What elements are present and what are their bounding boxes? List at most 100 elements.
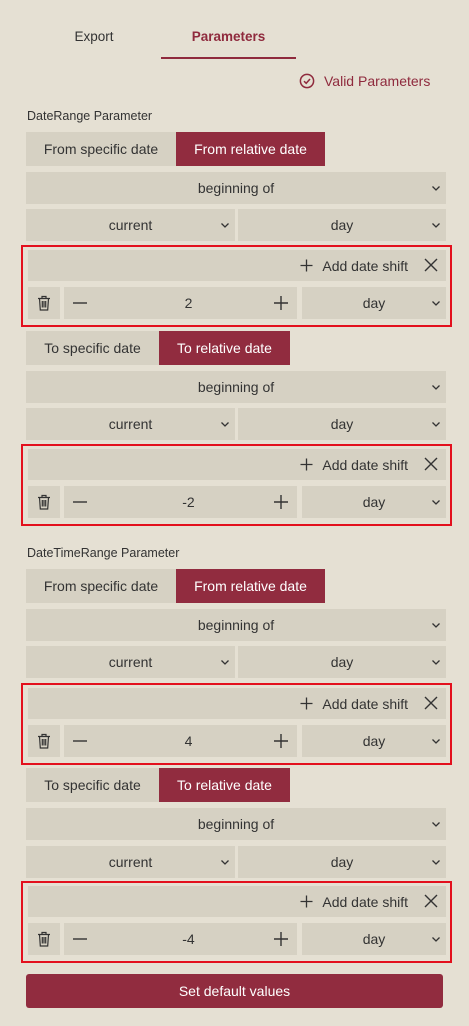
period-select[interactable]: day [238, 408, 446, 440]
shift-unit-select[interactable]: day [302, 923, 446, 955]
from-relative-date-toggle[interactable]: From relative date [176, 132, 325, 166]
chevron-down-icon [219, 418, 231, 430]
chevron-down-icon [430, 818, 442, 830]
increment-button[interactable] [265, 486, 297, 518]
decrement-button[interactable] [64, 287, 96, 319]
period-select[interactable]: day [238, 209, 446, 241]
increment-button[interactable] [265, 287, 297, 319]
shift-unit-value: day [362, 295, 386, 311]
date-shift-panel: Add date shift 4 day [21, 683, 452, 765]
close-icon[interactable] [423, 695, 439, 711]
add-date-shift-label: Add date shift [322, 893, 408, 910]
to-specific-date-toggle[interactable]: To specific date [26, 331, 159, 365]
anchor-select-value: beginning of [197, 180, 275, 196]
valid-status: Valid Parameters [299, 70, 430, 92]
shift-unit-select[interactable]: day [302, 486, 446, 518]
shift-value-input[interactable]: -2 [96, 486, 281, 518]
trash-icon [37, 733, 51, 749]
decrement-button[interactable] [64, 486, 96, 518]
chevron-down-icon [430, 182, 442, 194]
shift-value: -2 [182, 494, 195, 510]
chevron-down-icon [430, 418, 442, 430]
to-relative-date-toggle[interactable]: To relative date [159, 331, 290, 365]
increment-button[interactable] [265, 725, 297, 757]
add-date-shift-label: Add date shift [322, 695, 408, 712]
tab-export[interactable]: Export [60, 22, 128, 59]
to-specific-date-toggle[interactable]: To specific date [26, 768, 159, 802]
close-icon[interactable] [423, 456, 439, 472]
date-shift-panel: Add date shift -2 day [21, 444, 452, 526]
to-relative-date-toggle[interactable]: To relative date [159, 768, 290, 802]
period-value: day [330, 854, 354, 870]
add-date-shift-button[interactable]: Add date shift [300, 449, 408, 480]
trash-icon [37, 494, 51, 510]
parameter-title: DateRange Parameter [27, 109, 153, 123]
anchor-select-value: beginning of [197, 379, 275, 395]
anchor-select[interactable]: beginning of [26, 371, 446, 403]
anchor-select-value: beginning of [197, 816, 275, 832]
period-modifier-select[interactable]: current [26, 408, 235, 440]
from-specific-date-toggle[interactable]: From specific date [26, 569, 176, 603]
shift-value-input[interactable]: 4 [96, 725, 281, 757]
close-icon[interactable] [423, 257, 439, 273]
close-icon[interactable] [423, 893, 439, 909]
period-modifier-value: current [108, 217, 153, 233]
minus-icon [73, 740, 87, 742]
shift-unit-value: day [362, 494, 386, 510]
tab-parameters-label: Parameters [191, 29, 266, 44]
add-date-shift-label: Add date shift [322, 257, 408, 274]
delete-shift-button[interactable] [28, 486, 60, 518]
decrement-button[interactable] [64, 725, 96, 757]
delete-shift-button[interactable] [28, 287, 60, 319]
chevron-down-icon [430, 856, 442, 868]
from-specific-date-toggle[interactable]: From specific date [26, 132, 176, 166]
from-relative-date-toggle[interactable]: From relative date [176, 569, 325, 603]
tab-parameters[interactable]: Parameters [161, 22, 296, 59]
chevron-down-icon [430, 619, 442, 631]
minus-icon [73, 501, 87, 503]
delete-shift-button[interactable] [28, 923, 60, 955]
date-shift-panel: Add date shift -4 day [21, 881, 452, 963]
chevron-down-icon [219, 219, 231, 231]
shift-unit-select[interactable]: day [302, 725, 446, 757]
minus-icon [73, 302, 87, 304]
shift-value: 4 [184, 733, 193, 749]
plus-icon [300, 259, 313, 272]
set-default-values-button[interactable]: Set default values [26, 974, 443, 1008]
date-shift-header: Add date shift [28, 688, 446, 719]
period-value: day [330, 217, 354, 233]
period-modifier-select[interactable]: current [26, 646, 235, 678]
anchor-select[interactable]: beginning of [26, 808, 446, 840]
increment-button[interactable] [265, 923, 297, 955]
chevron-down-icon [430, 297, 442, 309]
shift-value-input[interactable]: 2 [96, 287, 281, 319]
add-date-shift-button[interactable]: Add date shift [300, 886, 408, 917]
shift-value: -4 [182, 931, 195, 947]
plus-icon [274, 734, 288, 748]
period-modifier-select[interactable]: current [26, 846, 235, 878]
shift-unit-value: day [362, 931, 386, 947]
add-date-shift-label: Add date shift [322, 456, 408, 473]
shift-unit-select[interactable]: day [302, 287, 446, 319]
delete-shift-button[interactable] [28, 725, 60, 757]
chevron-down-icon [219, 656, 231, 668]
plus-icon [300, 458, 313, 471]
chevron-down-icon [430, 735, 442, 747]
plus-icon [300, 895, 313, 908]
shift-value-input[interactable]: -4 [96, 923, 281, 955]
chevron-down-icon [430, 933, 442, 945]
chevron-down-icon [430, 656, 442, 668]
add-date-shift-button[interactable]: Add date shift [300, 688, 408, 719]
period-value: day [330, 416, 354, 432]
anchor-select[interactable]: beginning of [26, 609, 446, 641]
period-value: day [330, 654, 354, 670]
period-select[interactable]: day [238, 646, 446, 678]
plus-icon [300, 697, 313, 710]
add-date-shift-button[interactable]: Add date shift [300, 250, 408, 281]
decrement-button[interactable] [64, 923, 96, 955]
tab-export-label: Export [74, 29, 114, 44]
anchor-select[interactable]: beginning of [26, 172, 446, 204]
anchor-select-value: beginning of [197, 617, 275, 633]
period-select[interactable]: day [238, 846, 446, 878]
period-modifier-select[interactable]: current [26, 209, 235, 241]
